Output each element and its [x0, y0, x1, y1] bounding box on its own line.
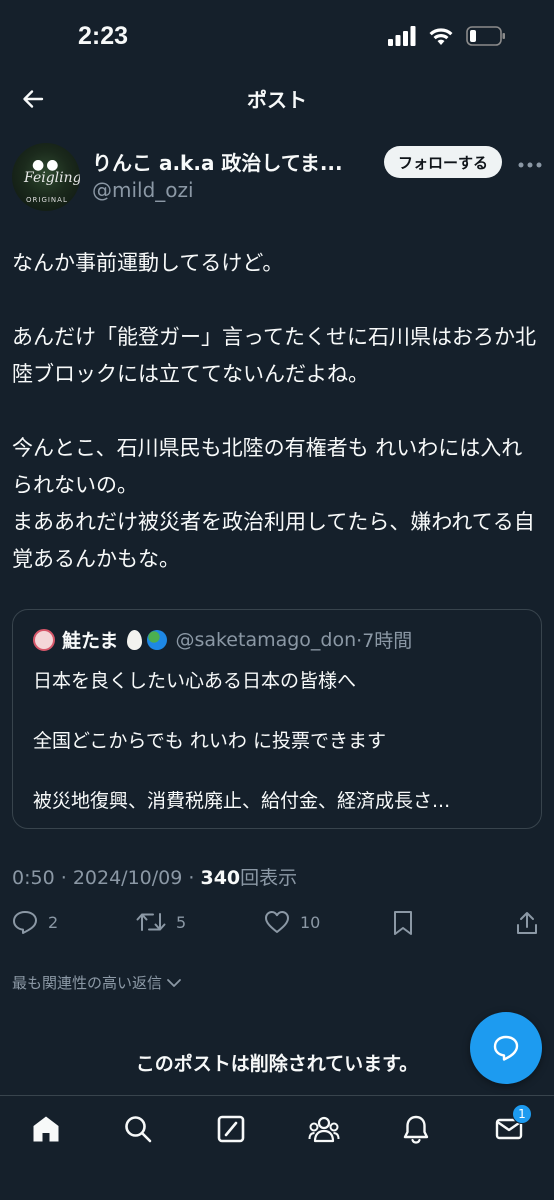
follow-button[interactable]: フォローする [384, 146, 503, 178]
tab-messages[interactable]: 1 [492, 1104, 532, 1146]
quoted-avatar [33, 628, 55, 651]
tab-communities[interactable] [307, 1112, 341, 1146]
view-count: 340 [200, 867, 241, 889]
home-icon [33, 1116, 59, 1142]
more-button[interactable] [518, 154, 542, 173]
like-icon [265, 911, 289, 933]
quoted-author-handle: @saketamago_don [175, 628, 357, 651]
compose-reply-icon [493, 1035, 519, 1061]
post-paragraph: なんか事前運動してるけど。 [12, 251, 284, 275]
share-button[interactable] [515, 910, 539, 936]
quoted-post-time: ·7時間 [356, 630, 413, 652]
like-button[interactable]: 10 [264, 910, 320, 934]
repost-icon [136, 913, 166, 931]
top-bar: ポスト [0, 74, 554, 122]
wifi-icon [429, 28, 453, 45]
tab-notifications[interactable] [399, 1112, 433, 1146]
quoted-author-name: 鮭たま [62, 630, 119, 652]
share-icon [517, 912, 537, 934]
search-icon [125, 1116, 152, 1143]
compose-reply-button[interactable] [470, 1012, 542, 1084]
status-icons [388, 26, 506, 46]
page-title: ポスト [247, 88, 307, 112]
messages-badge: 1 [512, 1104, 532, 1124]
bookmark-button[interactable] [393, 910, 413, 936]
avatar-logo-icon: Feigling [24, 170, 80, 186]
replies-sort-dropdown[interactable]: 最も関連性の高い返信 [12, 972, 182, 993]
tab-home[interactable] [29, 1112, 63, 1146]
action-bar: 2 5 10 [12, 910, 542, 940]
meta-separator: · [60, 867, 67, 889]
status-time: 2:23 [78, 22, 129, 50]
meta-separator: · [188, 867, 195, 889]
tab-grok[interactable] [214, 1112, 248, 1146]
reply-count: 2 [48, 912, 59, 932]
avatar-label-icon: ORIGINAL [26, 196, 68, 204]
avatar[interactable]: ●● Feigling ORIGINAL [12, 143, 80, 211]
post-meta: 0:50 · 2024/10/09 · 340回表示 [12, 863, 297, 890]
egg-emoji-icon [127, 629, 143, 650]
quoted-text-line: 被災地復興、消費税廃止、給付金、経済成長さ... [33, 790, 451, 812]
reply-button[interactable]: 2 [12, 910, 58, 934]
signal-icon [388, 26, 416, 46]
quoted-text-line: 全国どこからでも れいわ に投票できます [33, 730, 386, 752]
more-icon [518, 162, 542, 168]
quoted-post[interactable]: 鮭たま @saketamago_don ·7時間 日本を良くしたい心ある日本の皆… [12, 609, 542, 829]
post-time: 0:50 [12, 867, 55, 889]
globe-emoji-icon [147, 629, 168, 650]
repost-count: 5 [176, 912, 187, 932]
communities-icon [308, 1116, 340, 1143]
quoted-post-header: 鮭たま @saketamago_don ·7時間 [33, 626, 412, 653]
reply-icon [13, 911, 37, 934]
post-author: ●● Feigling ORIGINAL りんこ a.k.a 政治してま... … [12, 140, 542, 211]
repost-button[interactable]: 5 [136, 910, 186, 934]
post-paragraph: あんだけ「能登ガー」言ってたくせに石川県はおろか北陸ブロックには立ててないんだよ… [12, 325, 536, 386]
quoted-text-line: 日本を良くしたい心ある日本の皆様へ [33, 670, 357, 692]
battery-icon [466, 26, 505, 46]
grok-icon [217, 1115, 245, 1143]
replies-sort-label: 最も関連性の高い返信 [12, 974, 163, 992]
author-name[interactable]: りんこ a.k.a 政治してま... [92, 147, 362, 176]
post-paragraph: 今んとこ、石川県民も北陸の有権者も れいわには入れられないの。 まああれだけ被災… [12, 436, 535, 571]
tab-search[interactable] [121, 1112, 155, 1146]
view-label: 回表示 [240, 867, 298, 889]
chevron-down-icon [167, 978, 181, 987]
notifications-icon [403, 1115, 429, 1144]
post-date: 2024/10/09 [72, 867, 183, 889]
like-count: 10 [300, 912, 321, 932]
bookmark-icon [394, 911, 412, 935]
bottom-tab-bar: 1 [0, 1095, 554, 1200]
author-handle[interactable]: @mild_ozi [92, 178, 194, 202]
status-bar: 2:23 [0, 0, 554, 74]
post-text: なんか事前運動してるけど。 あんだけ「能登ガー」言ってたくせに石川県はおろか北陸… [12, 245, 542, 578]
